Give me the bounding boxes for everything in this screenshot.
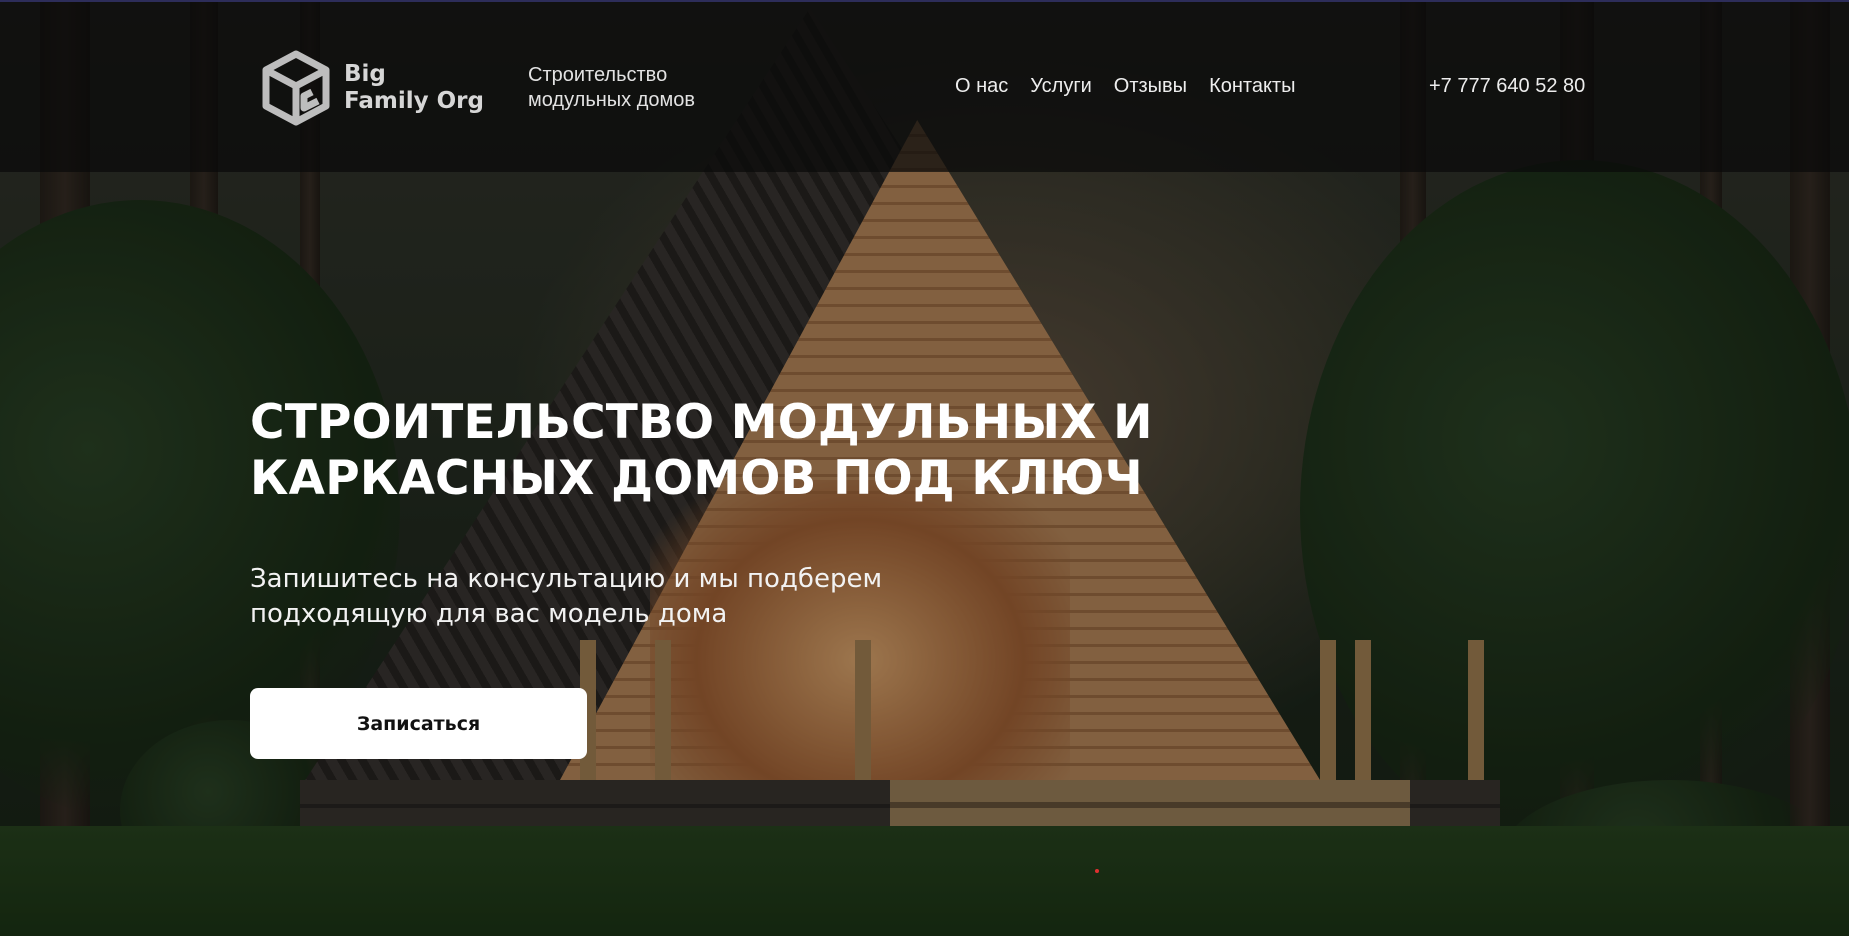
- nav-services[interactable]: Услуги: [1030, 75, 1092, 98]
- nav-contacts[interactable]: Контакты: [1209, 75, 1295, 98]
- nav-about[interactable]: О нас: [955, 75, 1008, 98]
- tagline-line-1: Строительство: [528, 64, 668, 86]
- hero-subtitle: Запишитесь на консультацию и мы подберем…: [250, 562, 882, 632]
- hero-title: СТРОИТЕЛЬСТВО МОДУЛЬНЫХ И КАРКАСНЫХ ДОМО…: [250, 395, 1153, 507]
- hero-title-line-2: КАРКАСНЫХ ДОМОВ ПОД КЛЮЧ: [250, 451, 1143, 506]
- hero-subtitle-line-1: Запишитесь на консультацию и мы подберем: [250, 564, 883, 594]
- nav-reviews[interactable]: Отзывы: [1114, 75, 1187, 98]
- hero-title-line-1: СТРОИТЕЛЬСТВО МОДУЛЬНЫХ И: [250, 395, 1153, 450]
- cube-logo-icon: [262, 50, 330, 126]
- main-nav: О нас Услуги Отзывы Контакты: [955, 75, 1295, 98]
- tagline-line-2: модульных домов: [528, 89, 696, 111]
- phone-link[interactable]: +7 777 640 52 80: [1429, 75, 1585, 98]
- signup-button[interactable]: Записаться: [250, 688, 587, 759]
- logo-text: Big Family Org: [344, 61, 484, 115]
- landing-page: Big Family Org Строительство модульных д…: [0, 0, 1849, 936]
- site-header: Big Family Org Строительство модульных д…: [0, 0, 1849, 172]
- hero-subtitle-line-2: подходящую для вас модель дома: [250, 599, 728, 629]
- logo-line-2: Family Org: [344, 88, 484, 114]
- red-dot-marker: [1095, 869, 1099, 873]
- logo-line-1: Big: [344, 61, 386, 87]
- logo[interactable]: Big Family Org: [260, 48, 484, 128]
- header-tagline: Строительство модульных домов: [528, 63, 695, 113]
